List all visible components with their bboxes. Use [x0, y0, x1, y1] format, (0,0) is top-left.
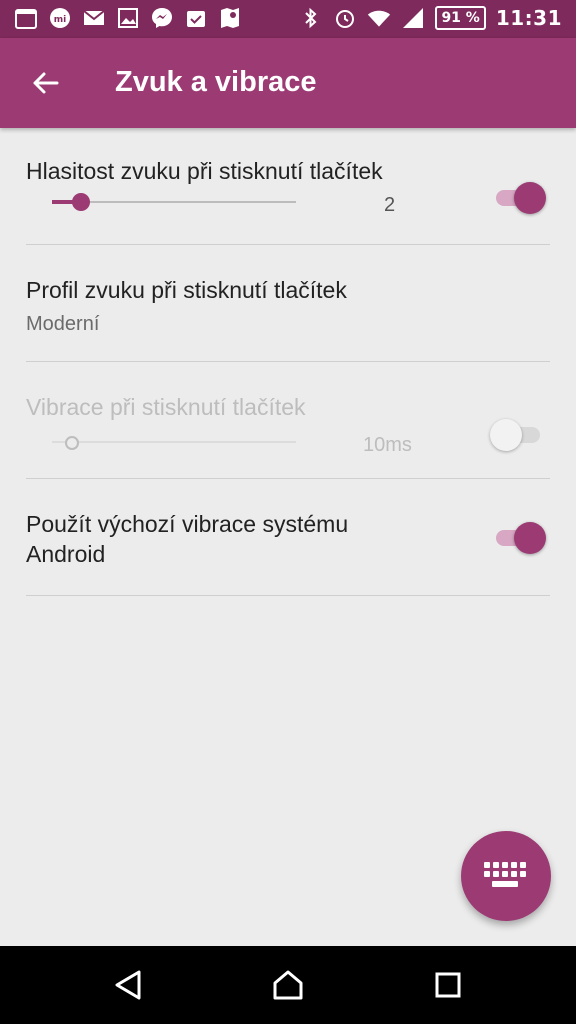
setting-title: Vibrace při stisknutí tlačítek	[26, 394, 306, 420]
home-icon	[273, 970, 303, 1000]
nav-recents-button[interactable]	[427, 964, 469, 1006]
navigation-bar	[0, 946, 576, 1024]
maps-icon	[218, 6, 242, 30]
setting-key-sound-profile[interactable]: Profil zvuku při stisknutí tlačítek Mode…	[26, 245, 550, 362]
wifi-icon	[367, 6, 391, 30]
keyboard-icon	[484, 862, 526, 887]
setting-title: Použít výchozí vibrace systému Android	[26, 511, 349, 567]
signal-icon	[401, 6, 425, 30]
nav-back-button[interactable]	[107, 964, 149, 1006]
svg-text:mi: mi	[54, 15, 66, 25]
alarm-icon	[333, 6, 357, 30]
system-indicators: 91 % 11:31	[299, 6, 562, 30]
setting-default-vibration: Použít výchozí vibrace systému Android	[26, 479, 550, 596]
status-bar: mi 91 % 11:31	[0, 0, 576, 38]
mi-icon: mi	[48, 6, 72, 30]
default-vibration-toggle[interactable]	[494, 521, 546, 554]
vibration-slider[interactable]	[52, 430, 296, 454]
vibration-value: 10ms	[363, 434, 412, 456]
slider-thumb[interactable]	[65, 436, 79, 450]
calendar-icon	[14, 6, 38, 30]
arrow-back-icon	[33, 72, 59, 94]
notification-icons: mi	[14, 6, 242, 30]
app-bar: Zvuk a vibrace	[0, 38, 576, 128]
settings-list: Hlasitost zvuku při stisknutí tlačítek 2…	[0, 128, 576, 596]
setting-key-vibration: Vibrace při stisknutí tlačítek 10ms	[26, 362, 550, 479]
gmail-icon	[82, 6, 106, 30]
clock: 11:31	[495, 6, 562, 30]
setting-title: Profil zvuku při stisknutí tlačítek	[26, 277, 347, 303]
clipboard-check-icon	[184, 6, 208, 30]
slider-thumb[interactable]	[72, 193, 90, 211]
back-button[interactable]	[24, 62, 66, 104]
battery-indicator: 91 %	[435, 6, 486, 30]
bluetooth-icon	[299, 6, 323, 30]
volume-toggle[interactable]	[494, 181, 546, 214]
setting-title: Hlasitost zvuku při stisknutí tlačítek	[26, 158, 383, 184]
messenger-icon	[150, 6, 174, 30]
setting-subtitle: Moderní	[26, 313, 100, 335]
volume-value: 2	[384, 194, 396, 216]
triangle-back-icon	[115, 970, 141, 1000]
nav-home-button[interactable]	[267, 964, 309, 1006]
gallery-icon	[116, 6, 140, 30]
setting-key-sound-volume: Hlasitost zvuku při stisknutí tlačítek 2	[26, 128, 550, 245]
volume-slider[interactable]	[52, 190, 296, 214]
vibration-toggle[interactable]	[490, 418, 544, 451]
keyboard-fab-button[interactable]	[461, 831, 551, 921]
page-title: Zvuk a vibrace	[115, 66, 317, 98]
square-recents-icon	[435, 972, 461, 998]
